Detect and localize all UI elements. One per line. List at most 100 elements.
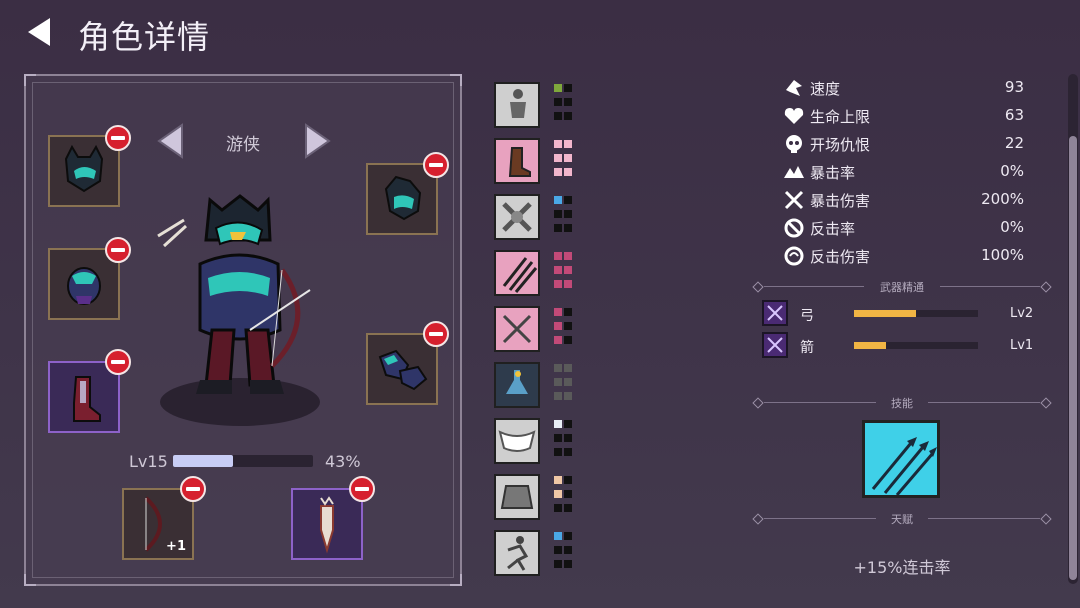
gear-slot-8[interactable] bbox=[494, 474, 540, 520]
heart-icon bbox=[784, 108, 804, 124]
talent-divider: 天赋 bbox=[752, 512, 1052, 526]
back-button[interactable] bbox=[22, 14, 62, 50]
rarity-pip bbox=[554, 476, 562, 484]
counter-damage-icon bbox=[784, 246, 804, 266]
rarity-pip bbox=[554, 434, 562, 442]
rarity-pip bbox=[564, 392, 572, 400]
rarity-pip bbox=[564, 448, 572, 456]
equip-slot-quiver[interactable] bbox=[291, 488, 363, 560]
stat-label: 暴击率 bbox=[810, 164, 856, 182]
rarity-pip bbox=[564, 280, 572, 288]
rarity-pip bbox=[564, 378, 572, 386]
remove-boots-button[interactable] bbox=[105, 349, 131, 375]
rarity-pip bbox=[554, 154, 562, 162]
gear-slot-9[interactable] bbox=[494, 530, 540, 576]
crossed-swords-icon bbox=[502, 314, 532, 344]
next-class-button[interactable] bbox=[302, 123, 332, 159]
bow-mastery-label: 弓 bbox=[800, 308, 814, 324]
stat-row: 反击率 0% bbox=[782, 216, 1024, 240]
rarity-pip bbox=[554, 280, 562, 288]
gear-slot-1[interactable] bbox=[494, 82, 540, 128]
rarity-pip bbox=[564, 168, 572, 176]
gear-rarity-pips-6 bbox=[554, 364, 574, 404]
remove-hood-button[interactable] bbox=[423, 152, 449, 178]
rarity-pip bbox=[554, 490, 562, 498]
gear-rarity-pips-7 bbox=[554, 420, 574, 460]
rarity-pip bbox=[554, 252, 562, 260]
remove-gloves-button[interactable] bbox=[423, 321, 449, 347]
rarity-pip bbox=[564, 154, 572, 162]
bow-mastery-fill bbox=[854, 310, 916, 317]
gear-rarity-pips-1 bbox=[554, 84, 574, 124]
weapon-mastery-divider: 武器精通 bbox=[752, 280, 1052, 294]
helmet-icon bbox=[64, 144, 104, 193]
stat-value: 93 bbox=[1004, 78, 1024, 96]
rarity-pip bbox=[554, 560, 562, 568]
rarity-pip bbox=[554, 504, 562, 512]
rarity-pip bbox=[564, 266, 572, 274]
xp-percent: 43% bbox=[325, 452, 361, 471]
beast-icon bbox=[500, 485, 534, 509]
rarity-pip bbox=[564, 476, 572, 484]
ranger-character-figure bbox=[157, 194, 320, 426]
rarity-pip bbox=[564, 504, 572, 512]
rarity-pip bbox=[554, 532, 562, 540]
arrow-mastery-bar bbox=[854, 342, 978, 349]
scrollbar[interactable] bbox=[1068, 74, 1078, 584]
stat-value: 63 bbox=[1004, 106, 1024, 124]
rarity-pip bbox=[554, 266, 562, 274]
stat-label: 暴击伤害 bbox=[810, 192, 871, 210]
remove-quiver-button[interactable] bbox=[349, 476, 375, 502]
skill-slot[interactable] bbox=[862, 420, 940, 498]
triangle-right-icon bbox=[305, 123, 331, 159]
stat-row: 速度 93 bbox=[782, 76, 1024, 100]
boot-icon bbox=[73, 376, 101, 422]
header: 角色详情 bbox=[0, 0, 1080, 62]
crit-icon bbox=[784, 166, 804, 178]
gear-slot-2[interactable] bbox=[494, 138, 540, 184]
remove-armor-button[interactable] bbox=[105, 237, 131, 263]
remove-bow-button[interactable] bbox=[180, 476, 206, 502]
rarity-pip bbox=[564, 140, 572, 148]
gear-slot-7[interactable] bbox=[494, 418, 540, 464]
stat-label: 生命上限 bbox=[810, 108, 871, 126]
arrow-mastery-label: 箭 bbox=[800, 340, 814, 356]
stat-label: 速度 bbox=[810, 80, 841, 98]
gear-slot-3[interactable] bbox=[494, 194, 540, 240]
stat-row: 反击伤害 100% bbox=[782, 244, 1024, 268]
gear-rarity-pips-8 bbox=[554, 476, 574, 516]
rarity-pip bbox=[554, 196, 562, 204]
rarity-pip bbox=[564, 196, 572, 204]
equip-slot-bow[interactable]: +1 bbox=[122, 488, 194, 560]
rarity-pip bbox=[564, 364, 572, 372]
gear-slot-4[interactable] bbox=[494, 250, 540, 296]
potion-icon bbox=[506, 370, 528, 394]
rarity-pip bbox=[554, 336, 562, 344]
scrollbar-thumb[interactable] bbox=[1069, 136, 1077, 580]
crossed-bones-icon bbox=[502, 202, 532, 232]
rarity-pip bbox=[564, 322, 572, 330]
remove-helmet-button[interactable] bbox=[105, 125, 131, 151]
stat-label: 反击率 bbox=[810, 220, 856, 238]
stat-row: 暴击率 0% bbox=[782, 160, 1024, 184]
rarity-pip bbox=[554, 392, 562, 400]
skills-divider: 技能 bbox=[752, 396, 1052, 410]
talent-title: 天赋 bbox=[891, 513, 913, 526]
prev-class-button[interactable] bbox=[156, 123, 186, 159]
arrow-mastery-fill bbox=[854, 342, 887, 349]
gear-rarity-pips-9 bbox=[554, 532, 574, 572]
stat-value: 100% bbox=[981, 246, 1024, 264]
claw-slash-icon bbox=[502, 257, 538, 293]
stat-row: 开场仇恨 22 bbox=[782, 132, 1024, 156]
arrow-mastery-level: Lv1 bbox=[1010, 338, 1034, 353]
wings-icon bbox=[498, 430, 536, 452]
gear-slot-6[interactable] bbox=[494, 362, 540, 408]
bow-mastery-icon bbox=[762, 300, 788, 326]
rarity-pip bbox=[554, 322, 562, 330]
rarity-pip bbox=[564, 252, 572, 260]
rarity-pip bbox=[564, 224, 572, 232]
gear-slot-5[interactable] bbox=[494, 306, 540, 352]
xp-bar bbox=[173, 455, 313, 467]
rarity-pip bbox=[554, 210, 562, 218]
rarity-pip bbox=[564, 532, 572, 540]
